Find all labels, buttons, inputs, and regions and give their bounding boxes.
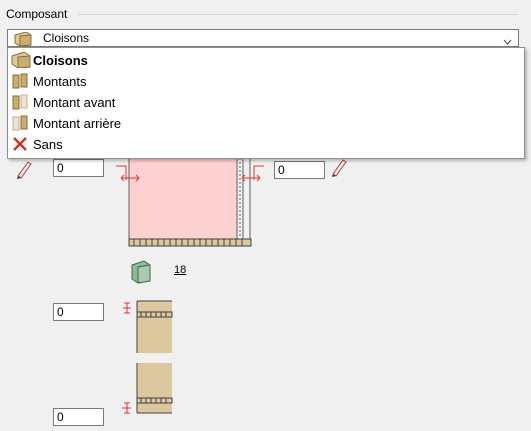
left-offset-input[interactable]: 0 [53,159,104,177]
option-label: Montants [33,74,87,89]
top-section-detail [136,300,173,353]
montant-arriere-icon [11,115,31,134]
bottom-dim-marker [122,402,131,414]
bottom-hatch [128,238,252,247]
montant-avant-icon [11,94,31,113]
right-offset-input[interactable]: 0 [274,161,325,179]
option-cloisons[interactable]: Cloisons [8,50,524,71]
partition-panel [128,147,238,240]
top-dim-marker [123,302,131,314]
bottom-section-detail [136,363,173,414]
option-montant-avant[interactable]: Montant avant [8,92,524,113]
thickness-link[interactable]: 18 [174,264,186,276]
chevron-down-icon[interactable] [503,34,512,48]
bottom-offset-input[interactable]: 0 [53,408,104,426]
component-select[interactable]: Cloisons [7,29,519,47]
option-montant-arriere[interactable]: Montant arrière [8,113,524,134]
component-select-value: Cloisons [43,31,90,45]
option-label: Cloisons [33,53,88,68]
panel-icon [131,260,151,284]
option-sans[interactable]: Sans [8,134,524,155]
pencil-icon-right[interactable] [332,159,347,177]
upright-right [236,147,244,240]
top-offset-input[interactable]: 0 [53,303,104,321]
option-montants[interactable]: Montants [8,71,524,92]
option-label: Sans [33,137,63,152]
component-dropdown: Cloisons Montants Montant avant Montant … [7,47,525,159]
option-label: Montant arrière [33,116,122,131]
montants-icon [11,73,31,92]
cloison-icon [11,51,31,71]
option-label: Montant avant [33,95,116,110]
red-x-icon [11,136,31,155]
pencil-icon-left[interactable] [17,161,32,179]
